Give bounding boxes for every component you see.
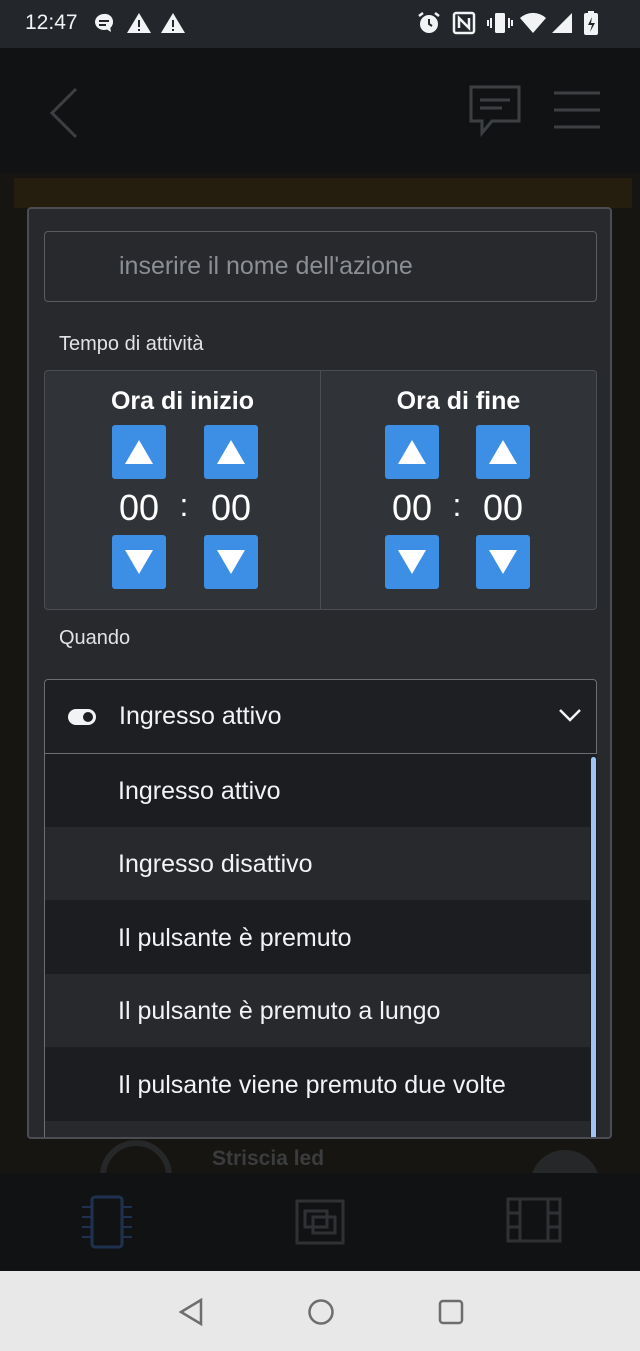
toggle-icon xyxy=(68,709,96,725)
end-time-separator: : xyxy=(452,487,462,523)
when-option[interactable]: Il pulsante è premuto xyxy=(45,901,590,974)
vibrate-icon xyxy=(487,10,513,36)
system-nav-bar xyxy=(0,1271,640,1351)
status-time: 12:47 xyxy=(25,11,78,34)
start-time-separator: : xyxy=(179,487,189,523)
start-hours-value: 00 xyxy=(118,487,160,528)
activity-time-label: Tempo di attività xyxy=(59,333,204,355)
start-time-picker: Ora di inizio 00 : 00 xyxy=(45,371,320,609)
arrow-up-icon xyxy=(398,440,426,464)
status-bar: 12:47 xyxy=(0,0,640,48)
arrow-down-icon xyxy=(489,550,517,574)
when-option[interactable]: Il pulsante è premuto a lungo xyxy=(45,974,590,1047)
start-time-title: Ora di inizio xyxy=(110,387,255,415)
option-label: Ingresso attivo xyxy=(118,777,281,805)
arrow-down-icon xyxy=(217,550,245,574)
when-select-value: Ingresso attivo xyxy=(119,702,282,730)
system-recents-icon[interactable] xyxy=(438,1299,464,1330)
wifi-icon xyxy=(519,10,547,36)
system-home-icon[interactable] xyxy=(307,1298,335,1331)
battery-icon xyxy=(582,10,600,36)
option-label: Il pulsante è premuto a lungo xyxy=(118,997,441,1025)
arrow-down-icon xyxy=(398,550,426,574)
warning-icon xyxy=(160,10,186,36)
alarm-icon xyxy=(416,10,442,36)
end-hours-value: 00 xyxy=(391,487,433,528)
when-select[interactable]: Ingresso attivo xyxy=(44,679,597,754)
start-minutes-down-button[interactable] xyxy=(204,535,258,589)
arrow-up-icon xyxy=(125,440,153,464)
start-minutes-value: 00 xyxy=(210,487,252,528)
chevron-down-icon xyxy=(559,709,581,722)
end-minutes-down-button[interactable] xyxy=(476,535,530,589)
arrow-up-icon xyxy=(489,440,517,464)
action-dialog: Tempo di attività Ora di inizio 00 : 00 … xyxy=(27,207,612,1139)
action-name-input[interactable] xyxy=(44,231,597,302)
when-option[interactable]: Ingresso attivo xyxy=(45,754,590,827)
end-hours-up-button[interactable] xyxy=(385,425,439,479)
end-minutes-value: 00 xyxy=(482,487,524,528)
options-scrollbar[interactable] xyxy=(591,757,596,1137)
when-option[interactable]: Il pulsante viene premuto due volte xyxy=(45,1048,590,1121)
arrow-down-icon xyxy=(125,550,153,574)
option-label: Il pulsante viene premuto due volte xyxy=(118,1071,506,1099)
option-label: Il pulsante è premuto xyxy=(118,924,352,952)
end-minutes-up-button[interactable] xyxy=(476,425,530,479)
when-options-list: Ingresso attivo Ingresso disattivo Il pu… xyxy=(44,754,597,1137)
activity-time-picker: Ora di inizio 00 : 00 Ora di fine 00 : 0… xyxy=(44,370,597,610)
signal-icon xyxy=(550,10,574,36)
end-hours-down-button[interactable] xyxy=(385,535,439,589)
when-label: Quando xyxy=(59,627,131,649)
message-notification-icon xyxy=(93,10,115,36)
when-option[interactable]: Ingresso disattivo xyxy=(45,827,590,900)
arrow-up-icon xyxy=(217,440,245,464)
end-time-title: Ora di fine xyxy=(396,387,521,415)
start-hours-up-button[interactable] xyxy=(112,425,166,479)
start-hours-down-button[interactable] xyxy=(112,535,166,589)
option-label: Ingresso disattivo xyxy=(118,850,313,878)
when-option-partial[interactable] xyxy=(45,1121,590,1137)
system-back-icon[interactable] xyxy=(178,1297,204,1331)
warning-icon xyxy=(126,10,152,36)
nfc-icon xyxy=(452,10,476,36)
end-time-picker: Ora di fine 00 : 00 xyxy=(320,371,596,609)
start-minutes-up-button[interactable] xyxy=(204,425,258,479)
